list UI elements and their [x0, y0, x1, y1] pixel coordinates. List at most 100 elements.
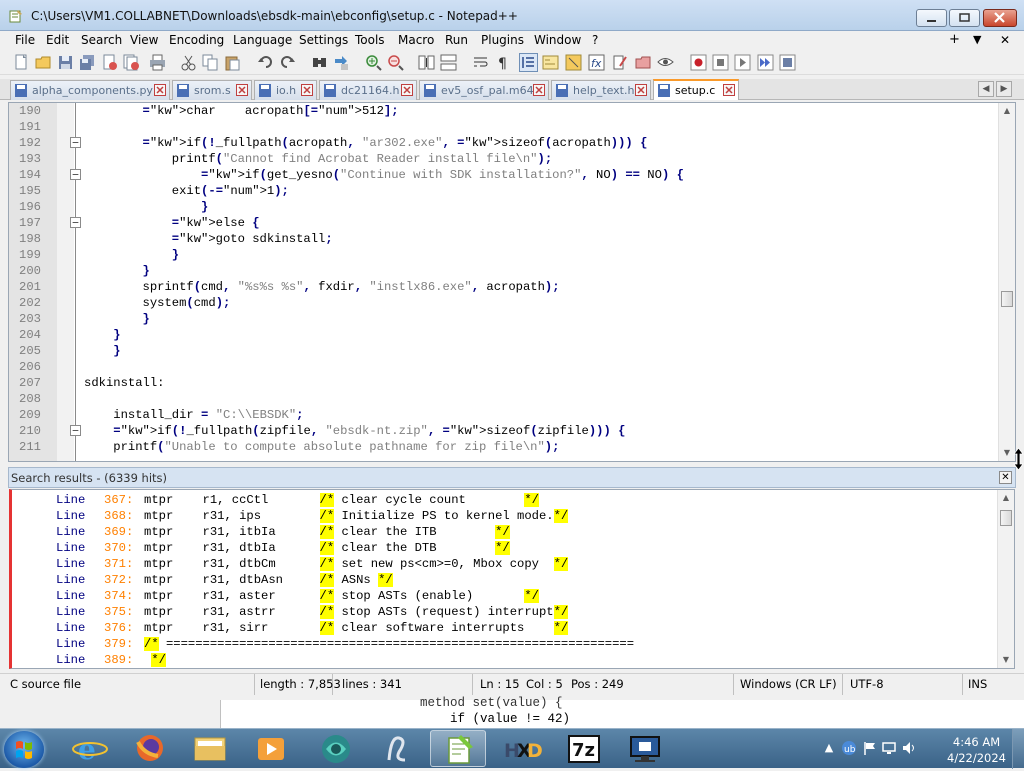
tab-close-icon[interactable]	[236, 84, 248, 96]
tab-alpha-components-py[interactable]: alpha_components.py	[10, 80, 170, 100]
tab-dc21164-h[interactable]: dc21164.h	[319, 80, 417, 100]
code-line[interactable]: 199 }	[9, 247, 999, 263]
code-line[interactable]: 194 ="kw">if(get_yesno("Continue with SD…	[9, 167, 999, 183]
copy-icon[interactable]	[202, 54, 219, 71]
search-result-row[interactable]: Line 370: mtpr r31, dtbIa /* clear the DTB…	[12, 540, 1002, 556]
code-line[interactable]: 204 }	[9, 327, 999, 343]
folder-as-workspace-icon[interactable]	[612, 54, 629, 71]
close-window-button[interactable]	[983, 9, 1017, 27]
tab-srom-s[interactable]: srom.s	[172, 80, 252, 100]
show-desktop-button[interactable]	[1012, 729, 1024, 769]
indent-guide-icon[interactable]	[519, 53, 538, 72]
search-result-row[interactable]: Line 375: mtpr r31, astrr /* stop ASTs (re…	[12, 604, 1002, 620]
maximize-button[interactable]	[949, 9, 980, 27]
code-line[interactable]: 196 }	[9, 199, 999, 215]
tab-help-text-h[interactable]: help_text.h	[551, 80, 651, 100]
code-line[interactable]: 210 ="kw">if(!_fullpath(zipfile, "ebsdk-…	[9, 423, 999, 439]
save-macro-icon[interactable]	[779, 54, 796, 71]
search-result-row[interactable]: Line 379: /* =============================…	[12, 636, 1002, 652]
menu-file[interactable]: File	[15, 33, 35, 47]
monitoring-eye-icon[interactable]	[657, 54, 674, 71]
code-line[interactable]: 201 sprintf(cmd, "%s%s %s", fxdir, "inst…	[9, 279, 999, 295]
taskbar-7zip[interactable]: 7z	[556, 730, 612, 767]
scroll-thumb[interactable]	[1001, 291, 1013, 307]
document-map-icon[interactable]	[565, 54, 582, 71]
results-vertical-scrollbar[interactable]: ▲ ▼	[997, 490, 1014, 668]
open-file-icon[interactable]	[35, 54, 52, 71]
taskbar-file-explorer[interactable]	[182, 730, 238, 767]
close-file-icon[interactable]	[101, 54, 118, 71]
network-tray-icon[interactable]: ub	[841, 740, 857, 756]
code-line[interactable]: 211 printf("Unable to compute absolute p…	[9, 439, 999, 455]
user-defined-language-icon[interactable]	[542, 54, 559, 71]
tab-close-icon[interactable]	[533, 84, 545, 96]
show-hidden-icons-icon[interactable]: ▲	[822, 741, 836, 755]
status-insert-mode[interactable]: INS	[963, 674, 1019, 695]
search-result-row[interactable]: Line 389: */	[12, 652, 1002, 668]
scroll-down-arrow-icon[interactable]: ▼	[998, 652, 1014, 668]
background-window[interactable]: method set(value) { if (value != 42)	[220, 696, 1024, 728]
fold-collapse-icon[interactable]	[70, 217, 81, 228]
start-button[interactable]	[4, 731, 44, 768]
search-result-row[interactable]: Line 376: mtpr r31, sirr /* clear software…	[12, 620, 1002, 636]
code-line[interactable]: 190 ="kw">char acropath[="num">512];	[9, 103, 999, 119]
display-tray-icon[interactable]	[882, 741, 896, 755]
taskbar-clock[interactable]: 4:46 AM 4/22/2024	[947, 734, 1006, 766]
menu-plugins[interactable]: Plugins	[481, 33, 524, 47]
run-macro-multiple-icon[interactable]	[757, 54, 774, 71]
close-all-icon[interactable]	[123, 54, 140, 71]
taskbar-notepad-plus-plus[interactable]	[430, 730, 486, 767]
tab-close-icon[interactable]	[401, 84, 413, 96]
search-result-row[interactable]: Line 372: mtpr r31, dtbAsn /* ASNs */	[12, 572, 1002, 588]
record-macro-icon[interactable]	[690, 54, 707, 71]
taskbar-internet-explorer[interactable]: e	[62, 730, 118, 767]
scroll-thumb[interactable]	[1000, 510, 1012, 526]
volume-speaker-icon[interactable]	[902, 741, 916, 755]
sync-horizontal-scroll-icon[interactable]	[440, 54, 457, 71]
taskbar-remote-desktop[interactable]	[617, 730, 673, 767]
scroll-up-arrow-icon[interactable]: ▲	[999, 103, 1015, 119]
tab-scroll-right-button[interactable]: ▶	[996, 81, 1012, 97]
undo-icon[interactable]	[257, 54, 274, 71]
save-icon[interactable]	[57, 54, 74, 71]
code-line[interactable]: 200 }	[9, 263, 999, 279]
menu-encoding[interactable]: Encoding	[169, 33, 224, 47]
find-icon[interactable]	[311, 54, 328, 71]
tab-close-icon[interactable]	[635, 84, 647, 96]
status-encoding[interactable]: UTF-8	[845, 674, 963, 695]
scroll-up-arrow-icon[interactable]: ▲	[998, 490, 1014, 506]
code-line[interactable]: 209 install_dir = "C:\\EBSDK";	[9, 407, 999, 423]
zoom-out-icon[interactable]	[387, 54, 404, 71]
fold-collapse-icon[interactable]	[70, 169, 81, 180]
code-line[interactable]: 192 ="kw">if(!_fullpath(acropath, "ar302…	[9, 135, 999, 151]
new-tab-plus-button[interactable]: +	[949, 32, 960, 47]
folder-view-icon[interactable]	[635, 54, 652, 71]
action-center-flag-icon[interactable]	[863, 741, 877, 755]
title-bar[interactable]: C:\Users\VM1.COLLABNET\Downloads\ebsdk-m…	[0, 0, 1024, 31]
menu-tools[interactable]: Tools	[355, 33, 385, 47]
code-line[interactable]: 207 sdkinstall:	[9, 375, 999, 391]
close-document-button[interactable]: ✕	[1000, 33, 1010, 47]
paste-icon[interactable]	[224, 54, 241, 71]
menu-help[interactable]: ?	[592, 33, 598, 47]
search-result-row[interactable]: Line 368: mtpr r31, ips /* Initialize PS t…	[12, 508, 1002, 524]
code-editor[interactable]: 190 ="kw">char acropath[="num">512]; 191 1…	[8, 102, 1016, 462]
taskbar-media-player[interactable]	[243, 730, 299, 767]
menu-search[interactable]: Search	[81, 33, 122, 47]
code-line[interactable]: 197 ="kw">else {	[9, 215, 999, 231]
search-result-row[interactable]: Line 371: mtpr r31, dtbCm /* set new ps<cm…	[12, 556, 1002, 572]
tab-ev5-osf-pal-m64[interactable]: ev5_osf_pal.m64	[419, 80, 549, 100]
cut-icon[interactable]	[180, 54, 197, 71]
code-line[interactable]: 191	[9, 119, 999, 135]
menu-view[interactable]: View	[130, 33, 158, 47]
code-line[interactable]: 198 ="kw">goto sdkinstall;	[9, 231, 999, 247]
code-line[interactable]: 208	[9, 391, 999, 407]
tab-close-icon[interactable]	[154, 84, 166, 96]
menu-window[interactable]: Window	[534, 33, 581, 47]
playback-macro-icon[interactable]	[734, 54, 751, 71]
replace-icon[interactable]	[333, 54, 350, 71]
tab-setup-c[interactable]: setup.c	[653, 79, 739, 100]
menu-macro[interactable]: Macro	[398, 33, 434, 47]
search-result-row[interactable]: Line 369: mtpr r31, itbIa /* clear the ITB…	[12, 524, 1002, 540]
tab-close-icon[interactable]	[301, 84, 313, 96]
